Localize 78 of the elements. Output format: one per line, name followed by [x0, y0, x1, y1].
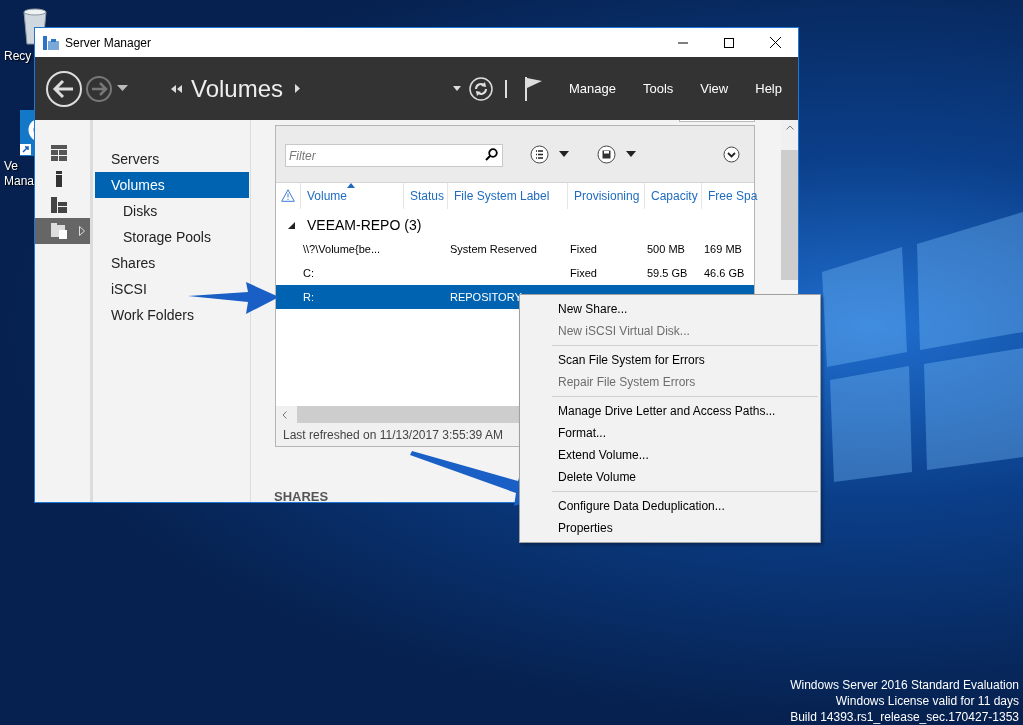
disk-icon [597, 144, 616, 164]
table-cell: 59.5 GB [647, 266, 688, 279]
watermark-text: Windows License valid for 11 days [835, 693, 1019, 709]
caret-icon [117, 85, 128, 92]
column-header[interactable]: Capacity [644, 182, 701, 209]
table-row[interactable]: \\?\Volume{be... System Reserved Fixed 500 MB 169 MB [276, 237, 754, 261]
filter-field[interactable]: Filter [285, 144, 503, 167]
menu-item[interactable]: Properties [520, 517, 820, 539]
save-options-button[interactable] [597, 144, 636, 164]
scroll-up-icon [785, 125, 794, 130]
collapse-triangle-icon [288, 221, 295, 229]
maximize-icon [724, 37, 734, 48]
menu-item[interactable]: Tools [642, 78, 674, 99]
table-cell: System Reserved [450, 242, 537, 255]
table-cell: \\?\Volume{be... [303, 242, 381, 255]
app-icon [43, 35, 59, 50]
table-cell: 169 MB [704, 242, 742, 255]
caret-icon [559, 151, 569, 157]
menu-item[interactable]: Delete Volume [520, 466, 820, 488]
refresh-icon [468, 76, 493, 101]
menu-item[interactable]: View [700, 78, 729, 99]
last-refreshed-text: Last refreshed on 11/13/2017 3:55:39 AM [283, 426, 503, 444]
caret-icon [452, 86, 461, 91]
flag-icon [524, 76, 543, 101]
watermark-text: Build 14393.rs1_release_sec.170427-1353 [790, 709, 1019, 725]
double-left-caret-icon [171, 84, 182, 93]
expand-arrow-icon [79, 226, 85, 236]
sidebar-item[interactable]: Disks [95, 198, 162, 224]
dashboard-grid-icon [51, 145, 67, 161]
icon-label[interactable]: Ve Mana [4, 159, 35, 189]
menu-item[interactable]: Help [755, 78, 782, 99]
sidebar-item[interactable]: Storage Pools [95, 224, 215, 250]
group-row[interactable]: VEEAM-REPO (3) [276, 213, 754, 237]
table-row[interactable]: C: Fixed 59.5 GB 46.6 GB [276, 261, 754, 285]
sidebar-item[interactable]: iSCSI [95, 276, 151, 302]
refresh-button[interactable] [468, 76, 493, 101]
right-caret-icon [295, 84, 301, 93]
menu-item[interactable]: Format... [520, 422, 820, 444]
watermark-text: Windows Server 2016 Standard Evaluation [790, 677, 1019, 693]
forward-button[interactable] [85, 74, 113, 103]
scroll-left-icon [282, 410, 287, 419]
search-icon [485, 147, 498, 161]
back-button[interactable] [45, 69, 83, 108]
history-dropdown-button[interactable] [117, 85, 128, 92]
notifications-flag-button[interactable] [524, 76, 543, 101]
rail-tab[interactable] [35, 218, 90, 244]
sidebar-item[interactable]: Servers [95, 146, 164, 172]
servers-group-icon [51, 197, 67, 213]
menu-item[interactable]: Scan File System for Errors [520, 349, 820, 371]
window-title: Server Manager [65, 34, 152, 52]
menu-item[interactable]: Manage Drive Letter and Access Paths... [520, 400, 820, 422]
column-header[interactable]: Provisioning [567, 182, 644, 209]
view-options-button[interactable] [530, 144, 569, 164]
sidebar-item[interactable]: Volumes [95, 172, 249, 198]
table-cell: R: [303, 290, 314, 303]
section-heading: SHARES [274, 488, 329, 502]
sidebar-item[interactable]: Work Folders [95, 302, 198, 328]
table-cell: 500 MB [647, 242, 685, 255]
close-icon [769, 37, 781, 48]
menu-item[interactable]: Configure Data Deduplication... [520, 495, 820, 517]
column-header[interactable]: File System Label [447, 182, 567, 209]
sidebar-item[interactable]: Shares [95, 250, 160, 276]
table-cell: 46.6 GB [704, 266, 745, 279]
table-cell: C: [303, 266, 314, 279]
column-header[interactable]: Volume [300, 182, 403, 209]
dropdown-button[interactable] [452, 86, 461, 91]
list-icon [530, 144, 549, 164]
menu-item[interactable]: Manage [568, 78, 616, 99]
folders-icon [51, 223, 67, 239]
table-cell: Fixed [570, 266, 597, 279]
chevron-down-icon [723, 145, 740, 163]
column-header[interactable]: Status [403, 182, 447, 209]
expand-button[interactable] [723, 145, 740, 163]
table-cell: Fixed [570, 242, 597, 255]
icon-label[interactable]: Recy [4, 49, 32, 64]
breadcrumb-title: Volumes [191, 73, 284, 104]
caret-icon [626, 151, 636, 157]
menu-item[interactable]: Extend Volume... [520, 444, 820, 466]
